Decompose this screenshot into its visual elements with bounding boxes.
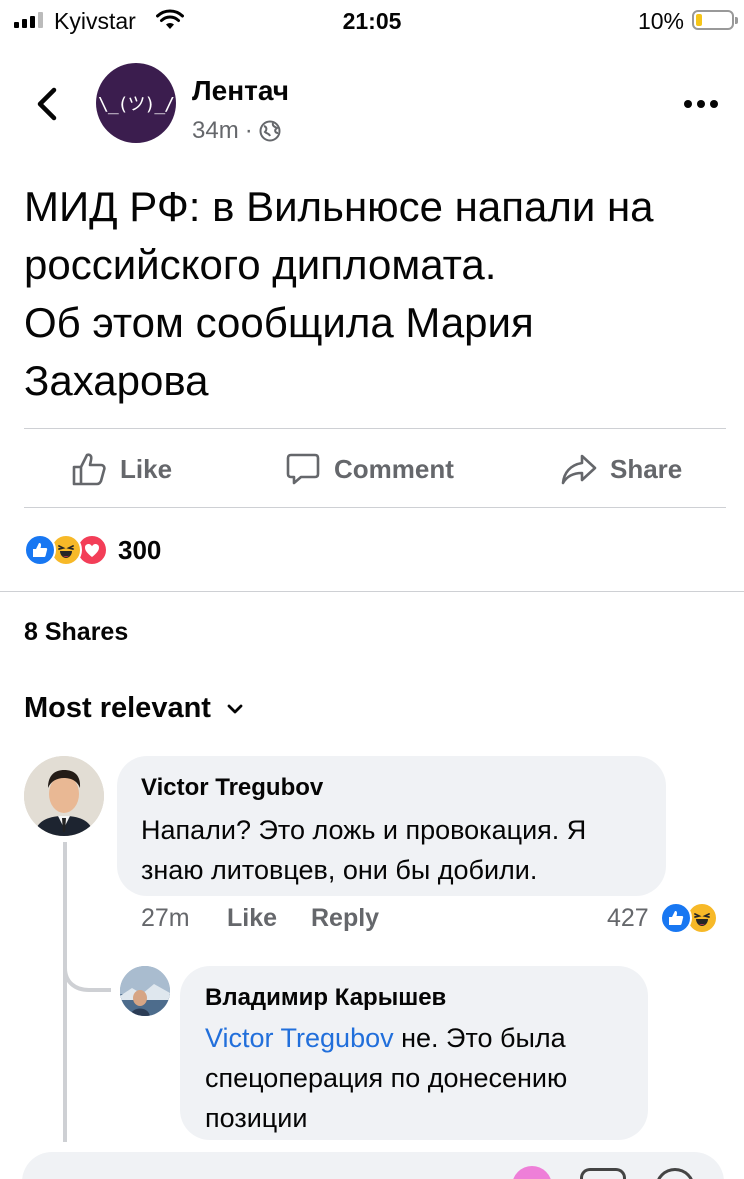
battery-icon	[692, 10, 738, 30]
reply-text-line: не. Это была	[393, 1023, 566, 1053]
post-text-line: Об этом сообщила Мария	[24, 299, 534, 346]
like-button[interactable]: Like	[70, 430, 172, 508]
status-bar: Kyivstar 21:05 10%	[0, 0, 744, 44]
comment-button[interactable]: Comment	[284, 430, 454, 508]
share-label: Share	[610, 453, 683, 484]
reaction-count: 300	[118, 534, 162, 565]
comment-reaction-count[interactable]: 427	[607, 904, 649, 933]
post-time[interactable]: 34m	[192, 117, 239, 145]
comment-bubble-icon	[286, 453, 320, 485]
post-text-line: МИД РФ: в Вильнюсе напали на	[24, 183, 654, 230]
comment-reactions[interactable]	[660, 902, 718, 934]
comment-label: Comment	[334, 453, 454, 484]
comment-time: 27m	[141, 904, 190, 932]
mention-link[interactable]: Victor Tregubov	[205, 1023, 394, 1053]
thumbs-up-icon	[72, 453, 106, 486]
comment-text-line: знаю литовцев, они бы добили.	[141, 855, 538, 885]
meta-separator: ·	[244, 117, 253, 144]
post-meta: 34m ·	[192, 117, 281, 145]
page-avatar-logo: \_(ツ)_/	[97, 94, 175, 115]
shares-count[interactable]: 8 Shares	[24, 618, 128, 647]
reply-text-line: спецоперация по донесению	[205, 1063, 568, 1093]
like-label: Like	[120, 453, 173, 484]
divider	[0, 591, 744, 592]
reply-text: Victor Tregubov не. Это была спецопераци…	[205, 1018, 567, 1138]
comment-sort-dropdown[interactable]: Most relevant	[24, 692, 245, 725]
reply-bubble: Владимир Карышев Victor Tregubov не. Это…	[180, 966, 648, 1140]
post-text-line: российского дипломата.	[24, 241, 497, 288]
like-reaction-icon	[24, 534, 56, 566]
page-avatar[interactable]: \_(ツ)_/	[96, 63, 176, 143]
commenter-avatar[interactable]	[24, 756, 104, 836]
comment-text-line: Напали? Это ложь и провокация. Я	[141, 815, 587, 845]
sort-label: Most relevant	[24, 692, 211, 724]
battery-percentage: 10%	[637, 8, 684, 34]
reply-author[interactable]: Владимир Карышев	[205, 984, 446, 1012]
replier-avatar[interactable]	[120, 966, 170, 1016]
chevron-down-icon	[227, 704, 243, 713]
post-text: МИД РФ: в Вильнюсе напали на российского…	[24, 178, 724, 410]
comment-bubble: Victor Tregubov Напали? Это ложь и прово…	[117, 756, 666, 896]
like-reaction-icon	[660, 902, 692, 934]
divider	[24, 428, 726, 429]
reply-text-line: позиции	[205, 1103, 308, 1133]
person-photo	[24, 756, 104, 836]
gif-icon[interactable]	[580, 1168, 626, 1179]
comment-text: Напали? Это ложь и провокация. Я знаю ли…	[141, 810, 586, 890]
back-chevron-icon[interactable]	[30, 84, 66, 124]
page-name[interactable]: Лентач	[192, 75, 289, 107]
clock: 21:05	[342, 8, 402, 34]
post-action-bar: Like Comment Share	[24, 430, 726, 508]
thread-connector	[63, 940, 111, 992]
person-photo	[120, 966, 170, 1016]
globe-icon	[259, 120, 281, 142]
post-text-line: Захарова	[24, 357, 209, 404]
comment-like-button[interactable]: Like	[227, 904, 277, 933]
divider	[24, 507, 726, 508]
comment-reply-button[interactable]: Reply	[311, 904, 379, 933]
share-button[interactable]: Share	[560, 430, 682, 508]
comment-author[interactable]: Victor Tregubov	[141, 774, 323, 802]
reactions-summary[interactable]: 300	[24, 534, 161, 566]
more-options-icon[interactable]	[684, 100, 718, 108]
share-arrow-icon	[561, 454, 597, 485]
